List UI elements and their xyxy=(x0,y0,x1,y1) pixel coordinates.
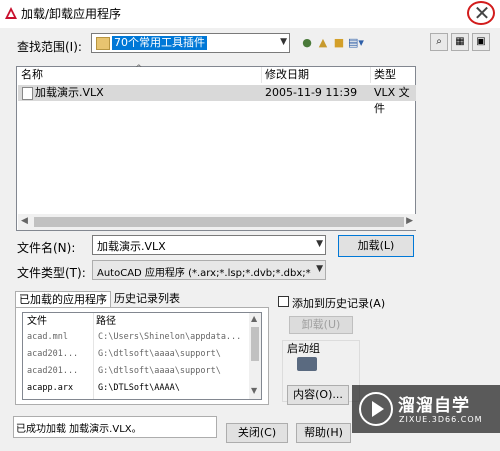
filetype-combo[interactable]: AutoCAD 应用程序 (*.arx;*.lsp;*.dvb;*.dbx;*.… xyxy=(92,260,326,280)
close-icon[interactable]: ✕ xyxy=(469,1,495,27)
vertical-scrollbar[interactable]: ▲ ▼ xyxy=(249,313,261,399)
horizontal-scrollbar[interactable]: ◀ ▶ xyxy=(18,214,416,230)
chevron-down-icon: ▼ xyxy=(316,264,323,274)
lookin-label: 查找范围(I): xyxy=(17,40,82,54)
column-path[interactable]: 路径 xyxy=(96,315,116,328)
history-checkbox[interactable] xyxy=(278,296,289,307)
views-icon[interactable]: ▤▾ xyxy=(347,36,365,50)
tools-icon[interactable]: ▦ xyxy=(451,33,469,51)
scroll-thumb[interactable] xyxy=(34,217,404,227)
app-path: G:\dtlsoft\aaaa\support\ xyxy=(98,366,221,376)
app-file: acad.mnl xyxy=(27,332,68,342)
tab-history[interactable]: 历史记录列表 xyxy=(111,291,183,307)
play-logo-icon xyxy=(359,392,393,426)
scroll-left-icon[interactable]: ◀ xyxy=(21,216,28,226)
status-message: 已成功加载 加载演示.VLX。 xyxy=(13,416,217,438)
folder-icon xyxy=(96,37,110,50)
autocad-logo-icon xyxy=(5,7,17,19)
app-file: acad201... xyxy=(27,366,79,376)
chevron-down-icon: ▼ xyxy=(280,37,287,47)
load-button[interactable]: 加载(L) xyxy=(338,235,414,257)
scroll-right-icon[interactable]: ▶ xyxy=(406,216,413,226)
filename-label: 文件名(N): xyxy=(17,241,76,255)
contents-button[interactable]: 内容(O)... xyxy=(287,385,349,405)
app-path: G:\dtlsoft\aaaa\support\ xyxy=(98,349,221,359)
loaded-apps-table[interactable]: 文件 路径 acad.mnl C:\Users\Shinelon\appdata… xyxy=(22,312,262,400)
app-path: G:\DTLSoft\AAAA\ xyxy=(98,383,180,393)
tab-loaded-apps[interactable]: 已加载的应用程序 xyxy=(15,291,111,308)
filename-value: 加载演示.VLX xyxy=(97,240,166,253)
column-file[interactable]: 文件 xyxy=(27,315,47,328)
chevron-down-icon: ▼ xyxy=(316,239,323,249)
scroll-down-icon[interactable]: ▼ xyxy=(251,386,257,395)
column-divider xyxy=(261,67,262,83)
new-folder-icon[interactable]: ■ xyxy=(332,36,346,50)
help-button[interactable]: 帮助(H) xyxy=(296,423,351,443)
close-button[interactable]: 关闭(C) xyxy=(226,423,288,443)
tab-strip: 已加载的应用程序 历史记录列表 xyxy=(15,291,183,308)
find-icon[interactable]: ⌕ xyxy=(430,33,448,51)
column-divider xyxy=(93,313,94,399)
column-name[interactable]: 名称 xyxy=(21,67,43,83)
filename-combo[interactable]: 加载演示.VLX ▼ xyxy=(92,235,326,255)
scroll-up-icon[interactable]: ▲ xyxy=(251,314,257,323)
column-divider xyxy=(370,67,371,83)
file-listbox[interactable]: 名称 ^ 修改日期 类型 加载演示.VLX 2005-11-9 11:39 VL… xyxy=(16,64,416,231)
watermark-url: ZIXUE.3D66.COM xyxy=(399,415,483,424)
title-bar: 加载/卸载应用程序 ✕ xyxy=(0,0,500,28)
watermark-name: 溜溜自学 xyxy=(398,396,470,416)
app-file: acapp.arx xyxy=(27,383,74,393)
unload-button[interactable]: 卸载(U) xyxy=(289,316,353,334)
lookin-combo[interactable]: 70个常用工具插件 ▼ xyxy=(91,33,290,53)
window-title: 加载/卸载应用程序 xyxy=(21,7,122,21)
app-file: acad201... xyxy=(27,349,79,359)
column-date[interactable]: 修改日期 xyxy=(265,67,309,83)
file-icon xyxy=(22,87,33,100)
file-name: 加载演示.VLX xyxy=(35,86,104,99)
filetype-label: 文件类型(T): xyxy=(17,266,86,280)
briefcase-icon xyxy=(297,357,317,371)
loaded-apps-panel: 文件 路径 acad.mnl C:\Users\Shinelon\appdata… xyxy=(15,307,269,405)
app-path: C:\Users\Shinelon\appdata... xyxy=(98,332,242,342)
preview-icon[interactable]: ▣ xyxy=(472,33,490,51)
filetype-value: AutoCAD 应用程序 (*.arx;*.lsp;*.dvb;*.dbx;*.… xyxy=(97,268,311,279)
history-checkbox-label[interactable]: 添加到历史记录(A) xyxy=(292,295,385,311)
file-date: 2005-11-9 11:39 xyxy=(265,86,358,99)
scroll-thumb[interactable] xyxy=(251,327,259,361)
file-type: VLX 文件 xyxy=(374,86,410,115)
watermark: 溜溜自学 ZIXUE.3D66.COM xyxy=(352,385,500,433)
up-folder-icon[interactable]: ▲ xyxy=(316,36,330,50)
column-type[interactable]: 类型 xyxy=(374,67,396,83)
lookin-value: 70个常用工具插件 xyxy=(112,36,207,50)
back-icon[interactable]: ● xyxy=(300,36,314,50)
file-row[interactable]: 加载演示.VLX 2005-11-9 11:39 VLX 文件 xyxy=(18,85,416,115)
sort-ascending-icon: ^ xyxy=(135,64,143,74)
